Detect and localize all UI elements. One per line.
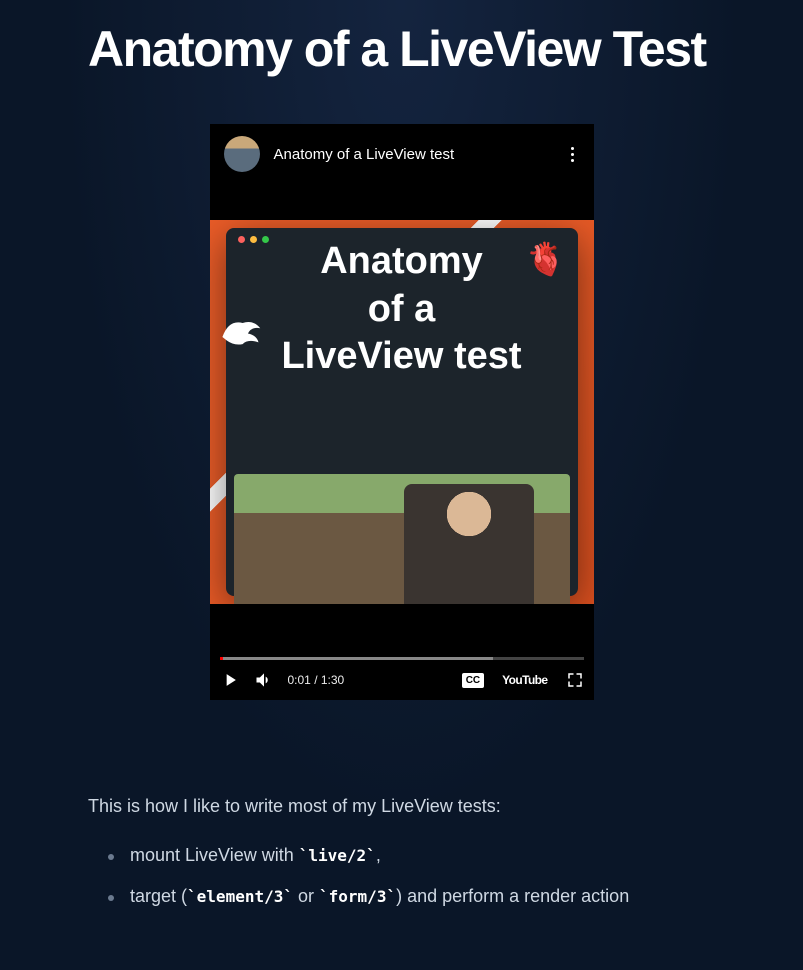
video-header: Anatomy of a LiveView test (210, 124, 594, 184)
thumbnail-title: Anatomy of a LiveView test (210, 238, 594, 381)
list-item: mount LiveView with `live/2`, (108, 845, 715, 866)
bullet-list: mount LiveView with `live/2`, target (`e… (88, 845, 715, 907)
video-title[interactable]: Anatomy of a LiveView test (274, 146, 551, 163)
time-display: 0:01 / 1:30 (288, 673, 345, 687)
code-snippet: `live/2` (299, 846, 376, 865)
page-title: Anatomy of a LiveView Test (88, 22, 715, 76)
play-icon[interactable] (220, 670, 240, 690)
progress-bar[interactable] (220, 657, 584, 660)
fullscreen-icon[interactable] (566, 671, 584, 689)
video-thumbnail[interactable]: 🫀 Anatomy of a LiveView test (210, 220, 594, 604)
captions-button[interactable]: CC (462, 673, 484, 688)
code-snippet: `element/3` (187, 887, 293, 906)
code-snippet: `form/3` (319, 887, 396, 906)
youtube-logo[interactable]: YouTube (498, 671, 551, 689)
channel-avatar[interactable] (224, 136, 260, 172)
presenter-portrait (404, 484, 534, 604)
more-options-icon[interactable] (565, 141, 580, 168)
list-item: target (`element/3` or `form/3`) and per… (108, 886, 715, 907)
intro-paragraph: This is how I like to write most of my L… (88, 796, 715, 817)
volume-icon[interactable] (254, 670, 274, 690)
embedded-video[interactable]: Anatomy of a LiveView test 🫀 Anatomy of … (210, 124, 594, 700)
video-controls: 0:01 / 1:30 CC YouTube (210, 651, 594, 700)
